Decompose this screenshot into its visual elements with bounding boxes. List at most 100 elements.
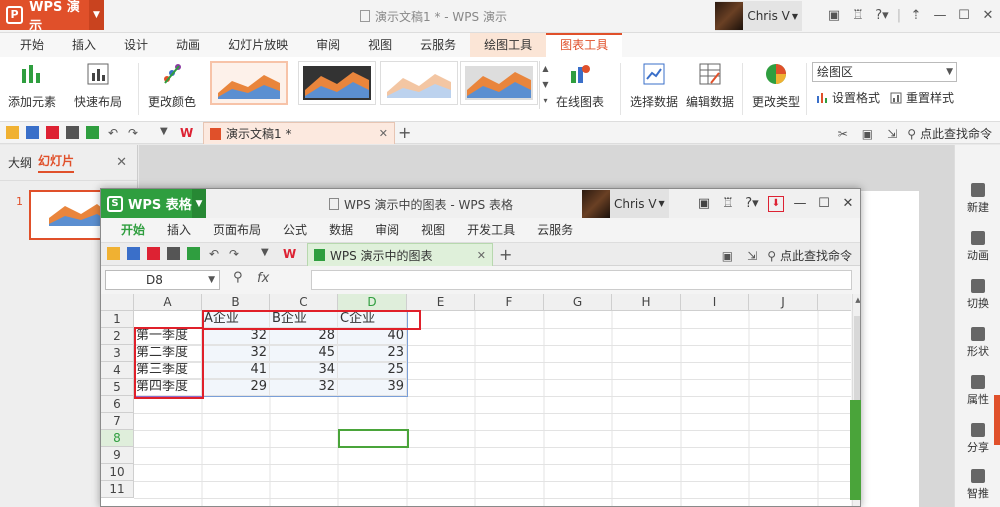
close-icon[interactable]: ✕ [116,155,127,170]
print-preview-icon[interactable] [187,247,200,260]
change-type-button[interactable]: 更改类型 [752,61,800,110]
tab-chart-tools[interactable]: 图表工具 [546,33,623,57]
tab-outline[interactable]: 大纲 [8,154,32,171]
tab-data[interactable]: 数据 [319,218,365,242]
pane-collapse-handle[interactable] [994,395,1000,445]
tab-cloud[interactable]: 云服务 [406,33,470,57]
select-all-corner[interactable] [101,294,134,311]
scroll-up-icon[interactable]: ▲ [853,296,860,304]
set-format-button[interactable]: 设置格式 [816,89,880,106]
row-header-10[interactable]: 10 [101,464,134,481]
share-icon[interactable]: ▣ [862,127,873,141]
chevron-down-icon[interactable]: ▼ [88,0,104,30]
new-tab-button[interactable]: + [499,245,512,264]
row-header-11[interactable]: 11 [101,481,134,498]
chevron-down-icon[interactable]: ▼ [192,189,206,218]
pin-icon[interactable]: ⇲ [747,249,757,263]
task-animation[interactable]: 动画 [955,231,1000,263]
chart-style-3[interactable] [380,61,458,105]
task-transition[interactable]: 切换 [955,279,1000,311]
column-header-g[interactable]: G [544,294,612,311]
document-tab[interactable]: WPS 演示中的图表 ✕ [307,243,493,266]
formula-input[interactable] [311,270,852,290]
save-icon[interactable] [127,247,140,260]
user-account[interactable]: Chris V ▼ [582,189,669,218]
online-chart-button[interactable]: 在线图表 [556,61,604,110]
minimize-icon[interactable]: — [788,196,812,211]
tab-design[interactable]: 设计 [110,33,162,57]
close-icon[interactable]: ✕ [976,8,1000,23]
document-tab[interactable]: 演示文稿1 * ✕ [203,122,395,144]
minimize-icon[interactable]: — [928,8,952,23]
wps-logo-icon[interactable]: W [180,126,193,140]
print-icon[interactable] [66,126,79,139]
tab-insert[interactable]: 插入 [157,218,203,242]
column-header-d[interactable]: D [338,294,407,311]
row-header-9[interactable]: 9 [101,447,134,464]
shirt-icon[interactable]: ♖ [846,8,870,23]
task-new[interactable]: 新建 [955,183,1000,215]
row-header-7[interactable]: 7 [101,413,134,430]
edit-data-button[interactable]: 编辑数据 [686,61,734,110]
tab-slideshow[interactable]: 幻灯片放映 [214,33,302,57]
tab-developer[interactable]: 开发工具 [457,218,527,242]
chevron-down-icon[interactable]: ▼ [160,126,173,139]
tab-formulas[interactable]: 公式 [273,218,319,242]
reset-style-button[interactable]: 重置样式 [890,89,954,106]
zoom-icon[interactable]: ⚲ [233,270,243,285]
chevron-down-icon[interactable]: ▼ [261,247,274,260]
shirt-icon[interactable]: ♖ [716,196,740,211]
user-account[interactable]: Chris V ▼ [715,1,802,31]
sheet-side-handle[interactable] [850,400,861,500]
export-pdf-icon[interactable] [147,247,160,260]
function-icon[interactable]: fx [257,271,269,286]
undo-icon[interactable]: ↶ [209,247,222,261]
change-color-button[interactable]: 更改颜色 [148,61,196,110]
column-header-e[interactable]: E [407,294,475,311]
tab-drawing-tools[interactable]: 绘图工具 [470,33,547,57]
redo-icon[interactable]: ↷ [128,126,141,140]
command-search[interactable]: ✂ ▣ ⇲ ⚲ 点此查找命令 [838,125,992,142]
tab-review[interactable]: 审阅 [302,33,354,57]
chart-style-4[interactable] [460,61,538,105]
print-icon[interactable] [167,247,180,260]
save-icon[interactable] [26,126,39,139]
help-icon[interactable]: ?▾ [740,196,764,211]
tab-home[interactable]: 开始 [111,218,157,242]
spreadsheet-grid[interactable]: A B C D E F G H I J 1 2 3 4 5 6 7 8 9 10… [101,294,851,506]
print-preview-icon[interactable] [86,126,99,139]
wps-spreadsheet-menu-button[interactable]: S WPS 表格 ▼ [101,189,206,218]
chart-element-select[interactable]: 绘图区 ▼ [812,62,957,82]
column-header-a[interactable]: A [134,294,202,311]
tab-slides[interactable]: 幻灯片 [38,152,75,173]
download-icon[interactable]: ⬇ [768,195,784,212]
wps-logo-icon[interactable]: W [283,247,296,261]
column-header-h[interactable]: H [612,294,681,311]
close-icon[interactable]: ✕ [379,127,388,140]
gallery-scroll[interactable]: ▲ ▼ ▾ [539,61,551,109]
close-icon[interactable]: ✕ [477,249,486,262]
column-header-i[interactable]: I [681,294,749,311]
skin-icon[interactable]: ▣ [692,196,716,211]
export-pdf-icon[interactable] [46,126,59,139]
tab-insert[interactable]: 插入 [58,33,110,57]
wps-presentation-menu-button[interactable]: P WPS 演示 ▼ [0,0,104,34]
tab-page-layout[interactable]: 页面布局 [203,218,273,242]
column-header-b[interactable]: B [202,294,270,311]
chart-style-1[interactable] [210,61,288,105]
maximize-icon[interactable]: ☐ [812,196,836,211]
new-tab-button[interactable]: + [398,123,411,142]
redo-icon[interactable]: ↷ [229,247,242,261]
undo-icon[interactable]: ↶ [108,126,121,140]
close-icon[interactable]: ✕ [836,196,860,211]
active-cell-d8[interactable] [338,429,409,448]
help-icon[interactable]: ?▾ [870,8,894,23]
column-header-c[interactable]: C [270,294,338,311]
task-smart-push[interactable]: 智推 [955,469,1000,501]
column-header-f[interactable]: F [475,294,544,311]
tab-view[interactable]: 视图 [411,218,457,242]
select-data-button[interactable]: 选择数据 [630,61,678,110]
open-folder-icon[interactable] [6,126,19,139]
tab-cloud[interactable]: 云服务 [527,218,585,242]
chart-style-2[interactable] [298,61,376,105]
